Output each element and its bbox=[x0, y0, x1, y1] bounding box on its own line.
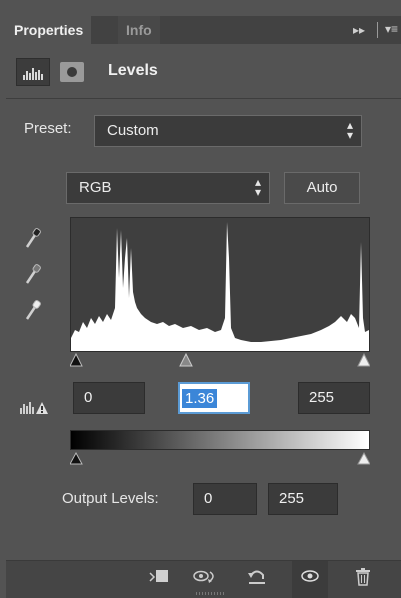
gray-point-eyedropper-icon[interactable] bbox=[24, 262, 42, 286]
output-gradient bbox=[70, 430, 370, 450]
histogram bbox=[70, 217, 370, 352]
panel-menu-icon[interactable]: ▾≡ bbox=[385, 22, 398, 36]
output-sliders bbox=[70, 451, 370, 465]
channel-dropdown[interactable]: RGB ▴ ▾ bbox=[66, 172, 270, 204]
layer-mask-icon[interactable] bbox=[60, 62, 84, 82]
input-sliders bbox=[70, 352, 370, 367]
clip-to-layer-icon[interactable] bbox=[146, 567, 172, 589]
input-black-field[interactable]: 0 bbox=[73, 382, 145, 414]
preset-dropdown[interactable]: Custom ▴ ▾ bbox=[94, 115, 362, 147]
channel-value: RGB bbox=[79, 179, 112, 196]
gamma-value: 1.36 bbox=[182, 389, 218, 408]
collapse-panel-icon[interactable]: ▸▸ bbox=[353, 23, 365, 37]
output-levels-label: Output Levels: bbox=[62, 490, 159, 507]
tab-bar: Properties Info ▸▸ ▾≡ bbox=[6, 16, 401, 44]
toggle-visibility-icon[interactable] bbox=[297, 567, 323, 589]
tab-info[interactable]: Info bbox=[118, 16, 160, 44]
output-black-field[interactable]: 0 bbox=[193, 483, 257, 515]
tab-properties[interactable]: Properties bbox=[6, 16, 92, 44]
white-input-slider[interactable] bbox=[357, 352, 370, 367]
input-white-field[interactable]: 255 bbox=[298, 382, 370, 414]
black-point-eyedropper-icon[interactable] bbox=[24, 226, 42, 250]
preset-label: Preset: bbox=[24, 120, 72, 137]
input-gamma-field[interactable]: 1.36 bbox=[178, 382, 250, 414]
black-input-slider[interactable] bbox=[70, 352, 83, 367]
view-previous-state-icon[interactable] bbox=[192, 567, 218, 589]
delete-icon[interactable] bbox=[350, 567, 376, 589]
black-output-slider[interactable] bbox=[70, 451, 83, 465]
header-divider bbox=[6, 98, 401, 99]
properties-panel: Properties Info ▸▸ ▾≡ Levels Preset: Cus… bbox=[6, 6, 401, 598]
gamma-input-slider[interactable] bbox=[179, 352, 193, 367]
preset-value: Custom bbox=[107, 122, 159, 139]
auto-button[interactable]: Auto bbox=[284, 172, 360, 204]
reset-icon[interactable] bbox=[244, 567, 270, 589]
panel-tools: ▸▸ ▾≡ bbox=[341, 16, 401, 44]
tab-separator bbox=[377, 22, 378, 38]
white-output-slider[interactable] bbox=[357, 451, 370, 465]
adjustment-title: Levels bbox=[108, 62, 158, 79]
white-point-eyedropper-icon[interactable] bbox=[24, 298, 42, 322]
levels-adjustment-icon[interactable] bbox=[16, 58, 50, 86]
output-white-field[interactable]: 255 bbox=[268, 483, 338, 515]
calculate-levels-icon[interactable] bbox=[20, 398, 54, 416]
resize-grip[interactable] bbox=[196, 592, 224, 595]
dropdown-arrows-icon: ▴ ▾ bbox=[346, 118, 353, 142]
dropdown-arrows-icon: ▴ ▾ bbox=[254, 175, 261, 199]
histogram-shape bbox=[71, 222, 369, 351]
